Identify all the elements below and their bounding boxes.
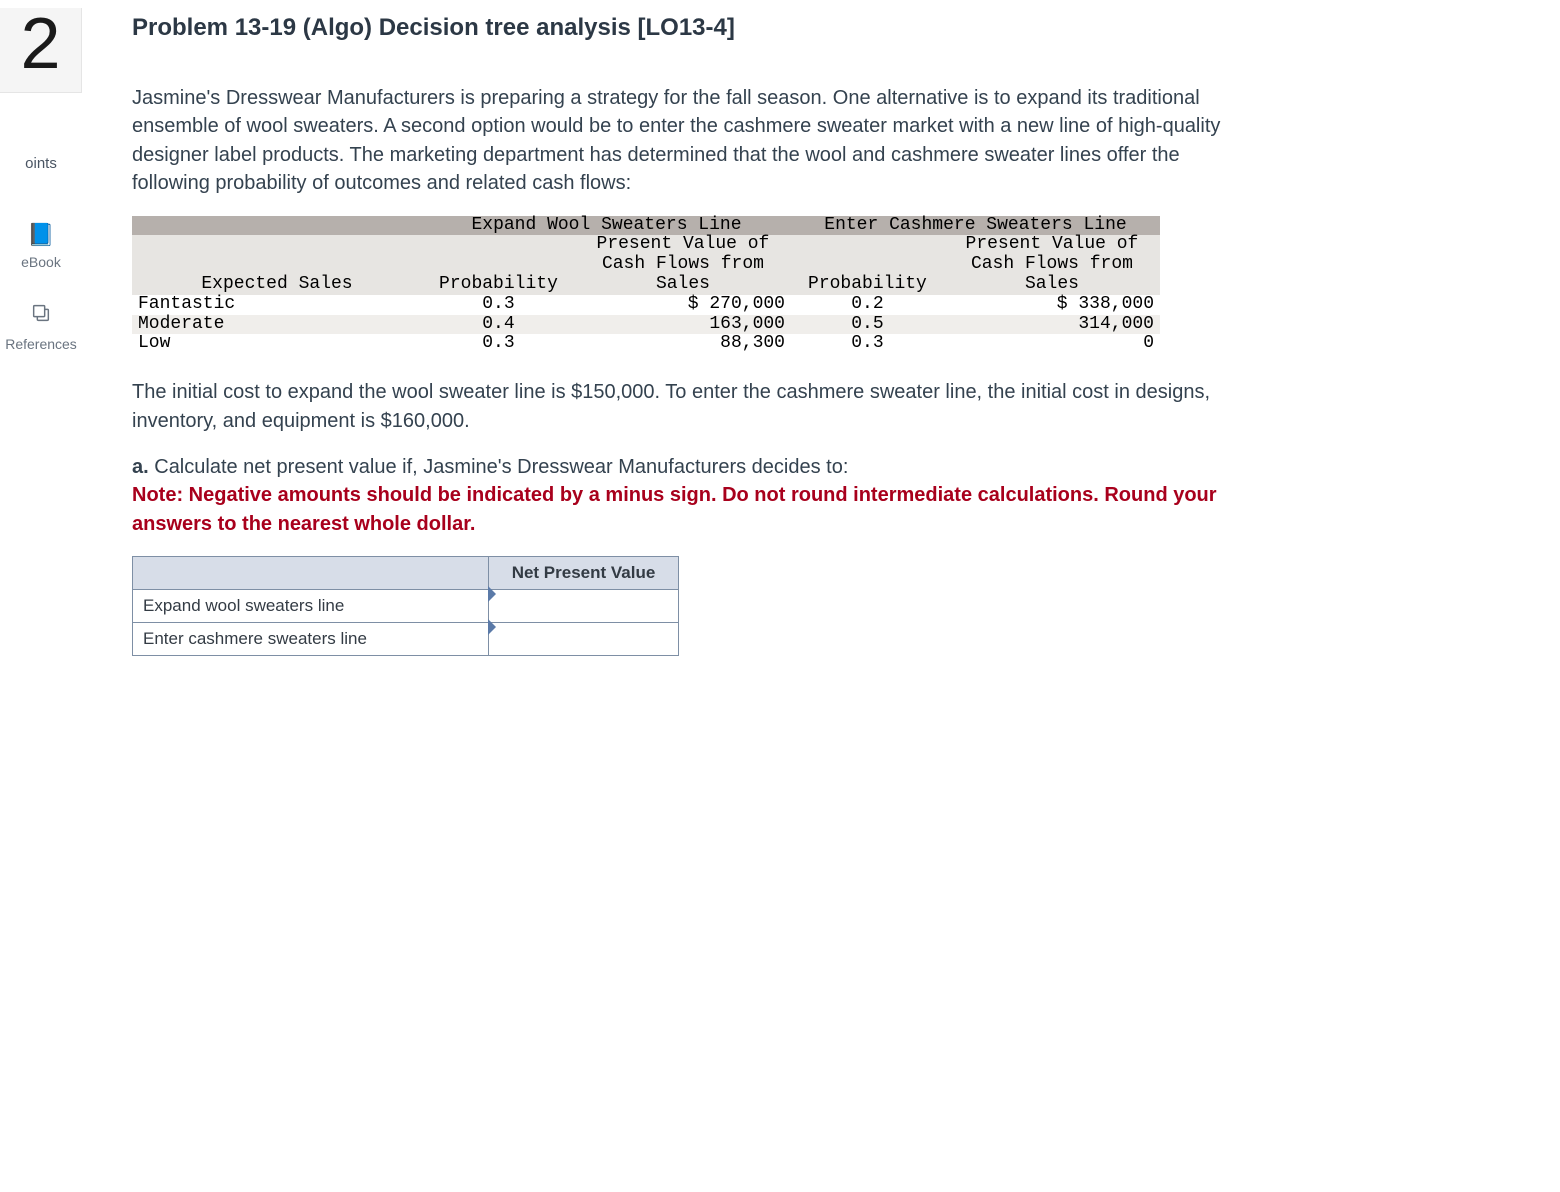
book-icon: 📘 [27, 222, 54, 248]
table-row: Low 0.3 88,300 0.3 0 [132, 334, 1160, 354]
ebook-button[interactable]: 📘 eBook [0, 222, 82, 270]
table-subheader-row-2: Cash Flows from Cash Flows from [132, 255, 1160, 275]
answer-table-row: Enter cashmere sweaters line [133, 623, 679, 656]
group-header-wool: Expand Wool Sweaters Line [422, 216, 791, 236]
question-number: 2 [8, 8, 73, 80]
points-label: oints [0, 155, 82, 172]
answer-table: Net Present Value Expand wool sweaters l… [132, 556, 679, 656]
npv-cashmere-input[interactable] [489, 623, 678, 655]
answer-row-label: Expand wool sweaters line [133, 590, 489, 623]
note-text: Note: Negative amounts should be indicat… [132, 484, 1217, 534]
table-subheader-row-1: Present Value of Present Value of [132, 235, 1160, 255]
answer-table-header-row: Net Present Value [133, 557, 679, 590]
table-column-header-row: Expected Sales Probability Sales Probabi… [132, 275, 1160, 295]
copy-icon [30, 302, 52, 330]
question-number-box: 2 [0, 8, 82, 93]
ebook-label: eBook [0, 254, 82, 270]
cost-paragraph: The initial cost to expand the wool swea… [132, 378, 1232, 435]
npv-wool-input[interactable] [489, 590, 678, 622]
intro-paragraph: Jasmine's Dresswear Manufacturers is pre… [132, 84, 1232, 198]
table-row: Fantastic 0.3 $ 270,000 0.2 $ 338,000 [132, 295, 1160, 315]
answer-row-label: Enter cashmere sweaters line [133, 623, 489, 656]
table-group-header-row: Expand Wool Sweaters Line Enter Cashmere… [132, 216, 1160, 236]
part-a-label: a. [132, 456, 149, 478]
references-button[interactable]: References [0, 302, 82, 352]
main-content: Problem 13-19 (Algo) Decision tree analy… [82, 0, 1312, 656]
part-a-prompt: a. Calculate net present value if, Jasmi… [132, 453, 1232, 538]
probability-table: Expand Wool Sweaters Line Enter Cashmere… [132, 216, 1160, 355]
problem-title: Problem 13-19 (Algo) Decision tree analy… [132, 14, 1312, 42]
group-header-cashmere: Enter Cashmere Sweaters Line [791, 216, 1160, 236]
references-label: References [0, 336, 82, 352]
npv-column-header: Net Present Value [489, 557, 679, 590]
table-row: Moderate 0.4 163,000 0.5 314,000 [132, 315, 1160, 335]
sidebar: 2 oints 📘 eBook References [0, 0, 82, 656]
answer-table-row: Expand wool sweaters line [133, 590, 679, 623]
